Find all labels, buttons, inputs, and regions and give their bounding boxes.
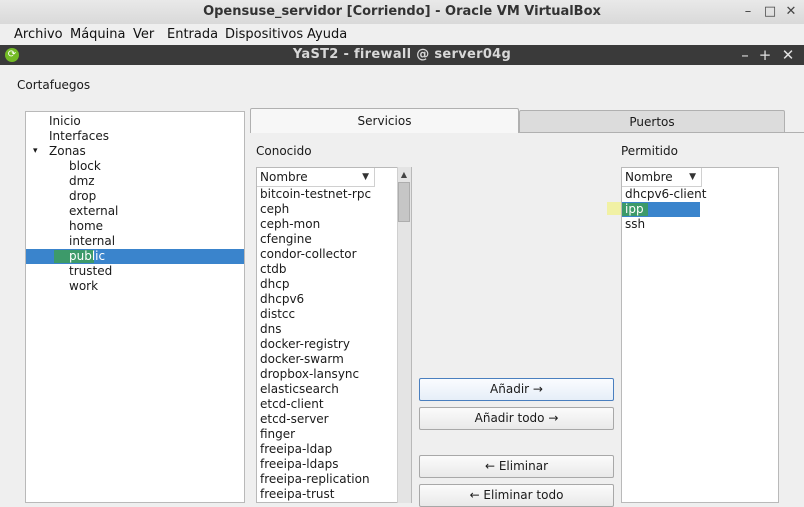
- list-item[interactable]: etcd-client: [260, 397, 324, 412]
- yast-minimize-button[interactable]: –: [736, 45, 754, 65]
- host-close-button[interactable]: ✕: [783, 4, 799, 20]
- tree-item-external[interactable]: external: [26, 204, 244, 219]
- list-item[interactable]: etcd-server: [260, 412, 329, 427]
- list-item[interactable]: distcc: [260, 307, 295, 322]
- list-item[interactable]: cfengine: [260, 232, 312, 247]
- tree-item-label: trusted: [69, 264, 113, 278]
- list-item[interactable]: dropbox-lansync: [260, 367, 359, 382]
- list-item[interactable]: bitcoin-testnet-rpc: [260, 187, 371, 202]
- tree-item-label: internal: [69, 234, 116, 248]
- known-label: Conocido: [256, 144, 312, 158]
- tree-item-label: Interfaces: [49, 129, 109, 143]
- list-item[interactable]: ceph: [260, 202, 289, 217]
- list-item[interactable]: freeipa-ldaps: [260, 457, 338, 472]
- list-item[interactable]: ctdb: [260, 262, 287, 277]
- list-item[interactable]: dns: [260, 322, 281, 337]
- list-item[interactable]: ceph-mon: [260, 217, 320, 232]
- known-column-header[interactable]: Nombre ▼: [257, 168, 375, 187]
- tree-item-label: dmz: [69, 174, 95, 188]
- tree-item-label: external: [69, 204, 119, 218]
- tree-item-label: public: [69, 249, 106, 263]
- list-item-selected[interactable]: ipp: [625, 202, 644, 217]
- column-header-label: Nombre: [260, 170, 308, 184]
- allowed-column-header[interactable]: Nombre ▼: [622, 168, 702, 187]
- remove-all-button[interactable]: ← Eliminar todo: [419, 484, 614, 507]
- add-button[interactable]: Añadir →: [419, 378, 614, 401]
- remove-button[interactable]: ← Eliminar: [419, 455, 614, 478]
- tree-item-interfaces[interactable]: Interfaces: [26, 129, 244, 144]
- list-item[interactable]: docker-registry: [260, 337, 350, 352]
- tree-item-home[interactable]: home: [26, 219, 244, 234]
- tree-item-label: drop: [69, 189, 97, 203]
- menu-ver[interactable]: Ver: [133, 24, 154, 45]
- tree-item-public[interactable]: public: [26, 249, 244, 264]
- tree-item-inicio[interactable]: Inicio: [26, 114, 244, 129]
- list-item[interactable]: elasticsearch: [260, 382, 339, 397]
- list-item[interactable]: dhcp: [260, 277, 289, 292]
- yast-close-button[interactable]: ✕: [779, 45, 797, 65]
- scroll-thumb[interactable]: [398, 182, 410, 222]
- menu-ayuda[interactable]: Ayuda: [307, 24, 347, 45]
- tree-item-drop[interactable]: drop: [26, 189, 244, 204]
- sort-down-icon: ▼: [362, 172, 369, 182]
- tab-puertos[interactable]: Puertos: [519, 110, 785, 133]
- list-item[interactable]: freeipa-replication: [260, 472, 370, 487]
- host-minimize-button[interactable]: –: [740, 4, 756, 20]
- list-item[interactable]: freeipa-trust: [260, 487, 335, 502]
- scroll-up-icon[interactable]: ▲: [398, 168, 410, 181]
- tree-item-label: work: [69, 279, 99, 293]
- list-item[interactable]: docker-swarm: [260, 352, 344, 367]
- sort-down-icon: ▼: [689, 172, 696, 182]
- zone-tree[interactable]: Inicio Interfaces ▾ Zonas block dmz drop…: [25, 111, 245, 503]
- menu-archivo[interactable]: Archivo: [14, 24, 63, 45]
- tree-item-label: Inicio: [49, 114, 81, 128]
- page-title: Cortafuegos: [17, 78, 91, 92]
- tree-item-label: Zonas: [49, 144, 86, 158]
- list-item[interactable]: ssh: [625, 217, 645, 232]
- tree-item-block[interactable]: block: [26, 159, 244, 174]
- expander-down-icon[interactable]: ▾: [33, 144, 38, 159]
- allowed-label: Permitido: [621, 144, 678, 158]
- tree-item-zonas[interactable]: ▾ Zonas: [26, 144, 244, 159]
- known-services-list[interactable]: Nombre ▼ bitcoin-testnet-rpc ceph ceph-m…: [256, 167, 412, 503]
- column-header-label: Nombre: [625, 170, 673, 184]
- host-window-title: Opensuse_servidor [Corriendo] - Oracle V…: [203, 4, 601, 19]
- tree-item-label: home: [69, 219, 104, 233]
- host-maximize-button[interactable]: □: [762, 4, 778, 20]
- menu-dispositivos[interactable]: Dispositivos: [225, 24, 303, 45]
- menu-maquina[interactable]: Máquina: [70, 24, 126, 45]
- tree-item-label: block: [69, 159, 101, 173]
- tree-item-trusted[interactable]: trusted: [26, 264, 244, 279]
- list-item[interactable]: freeipa-ldap: [260, 442, 332, 457]
- yast-window-title: YaST2 - firewall @ server04g: [292, 47, 512, 62]
- yast-maximize-button[interactable]: +: [756, 45, 774, 65]
- list-item[interactable]: dhcpv6: [260, 292, 304, 307]
- tree-item-dmz[interactable]: dmz: [26, 174, 244, 189]
- list-item[interactable]: finger: [260, 427, 295, 442]
- tree-item-work[interactable]: work: [26, 279, 244, 294]
- highlight-marker: [607, 202, 621, 215]
- tree-item-internal[interactable]: internal: [26, 234, 244, 249]
- list-item[interactable]: dhcpv6-client: [625, 187, 706, 202]
- tab-servicios[interactable]: Servicios: [250, 108, 519, 133]
- add-all-button[interactable]: Añadir todo →: [419, 407, 614, 430]
- list-item[interactable]: condor-collector: [260, 247, 357, 262]
- allowed-services-list[interactable]: Nombre ▼ dhcpv6-client ipp ssh: [621, 167, 779, 503]
- menu-entrada[interactable]: Entrada: [167, 24, 218, 45]
